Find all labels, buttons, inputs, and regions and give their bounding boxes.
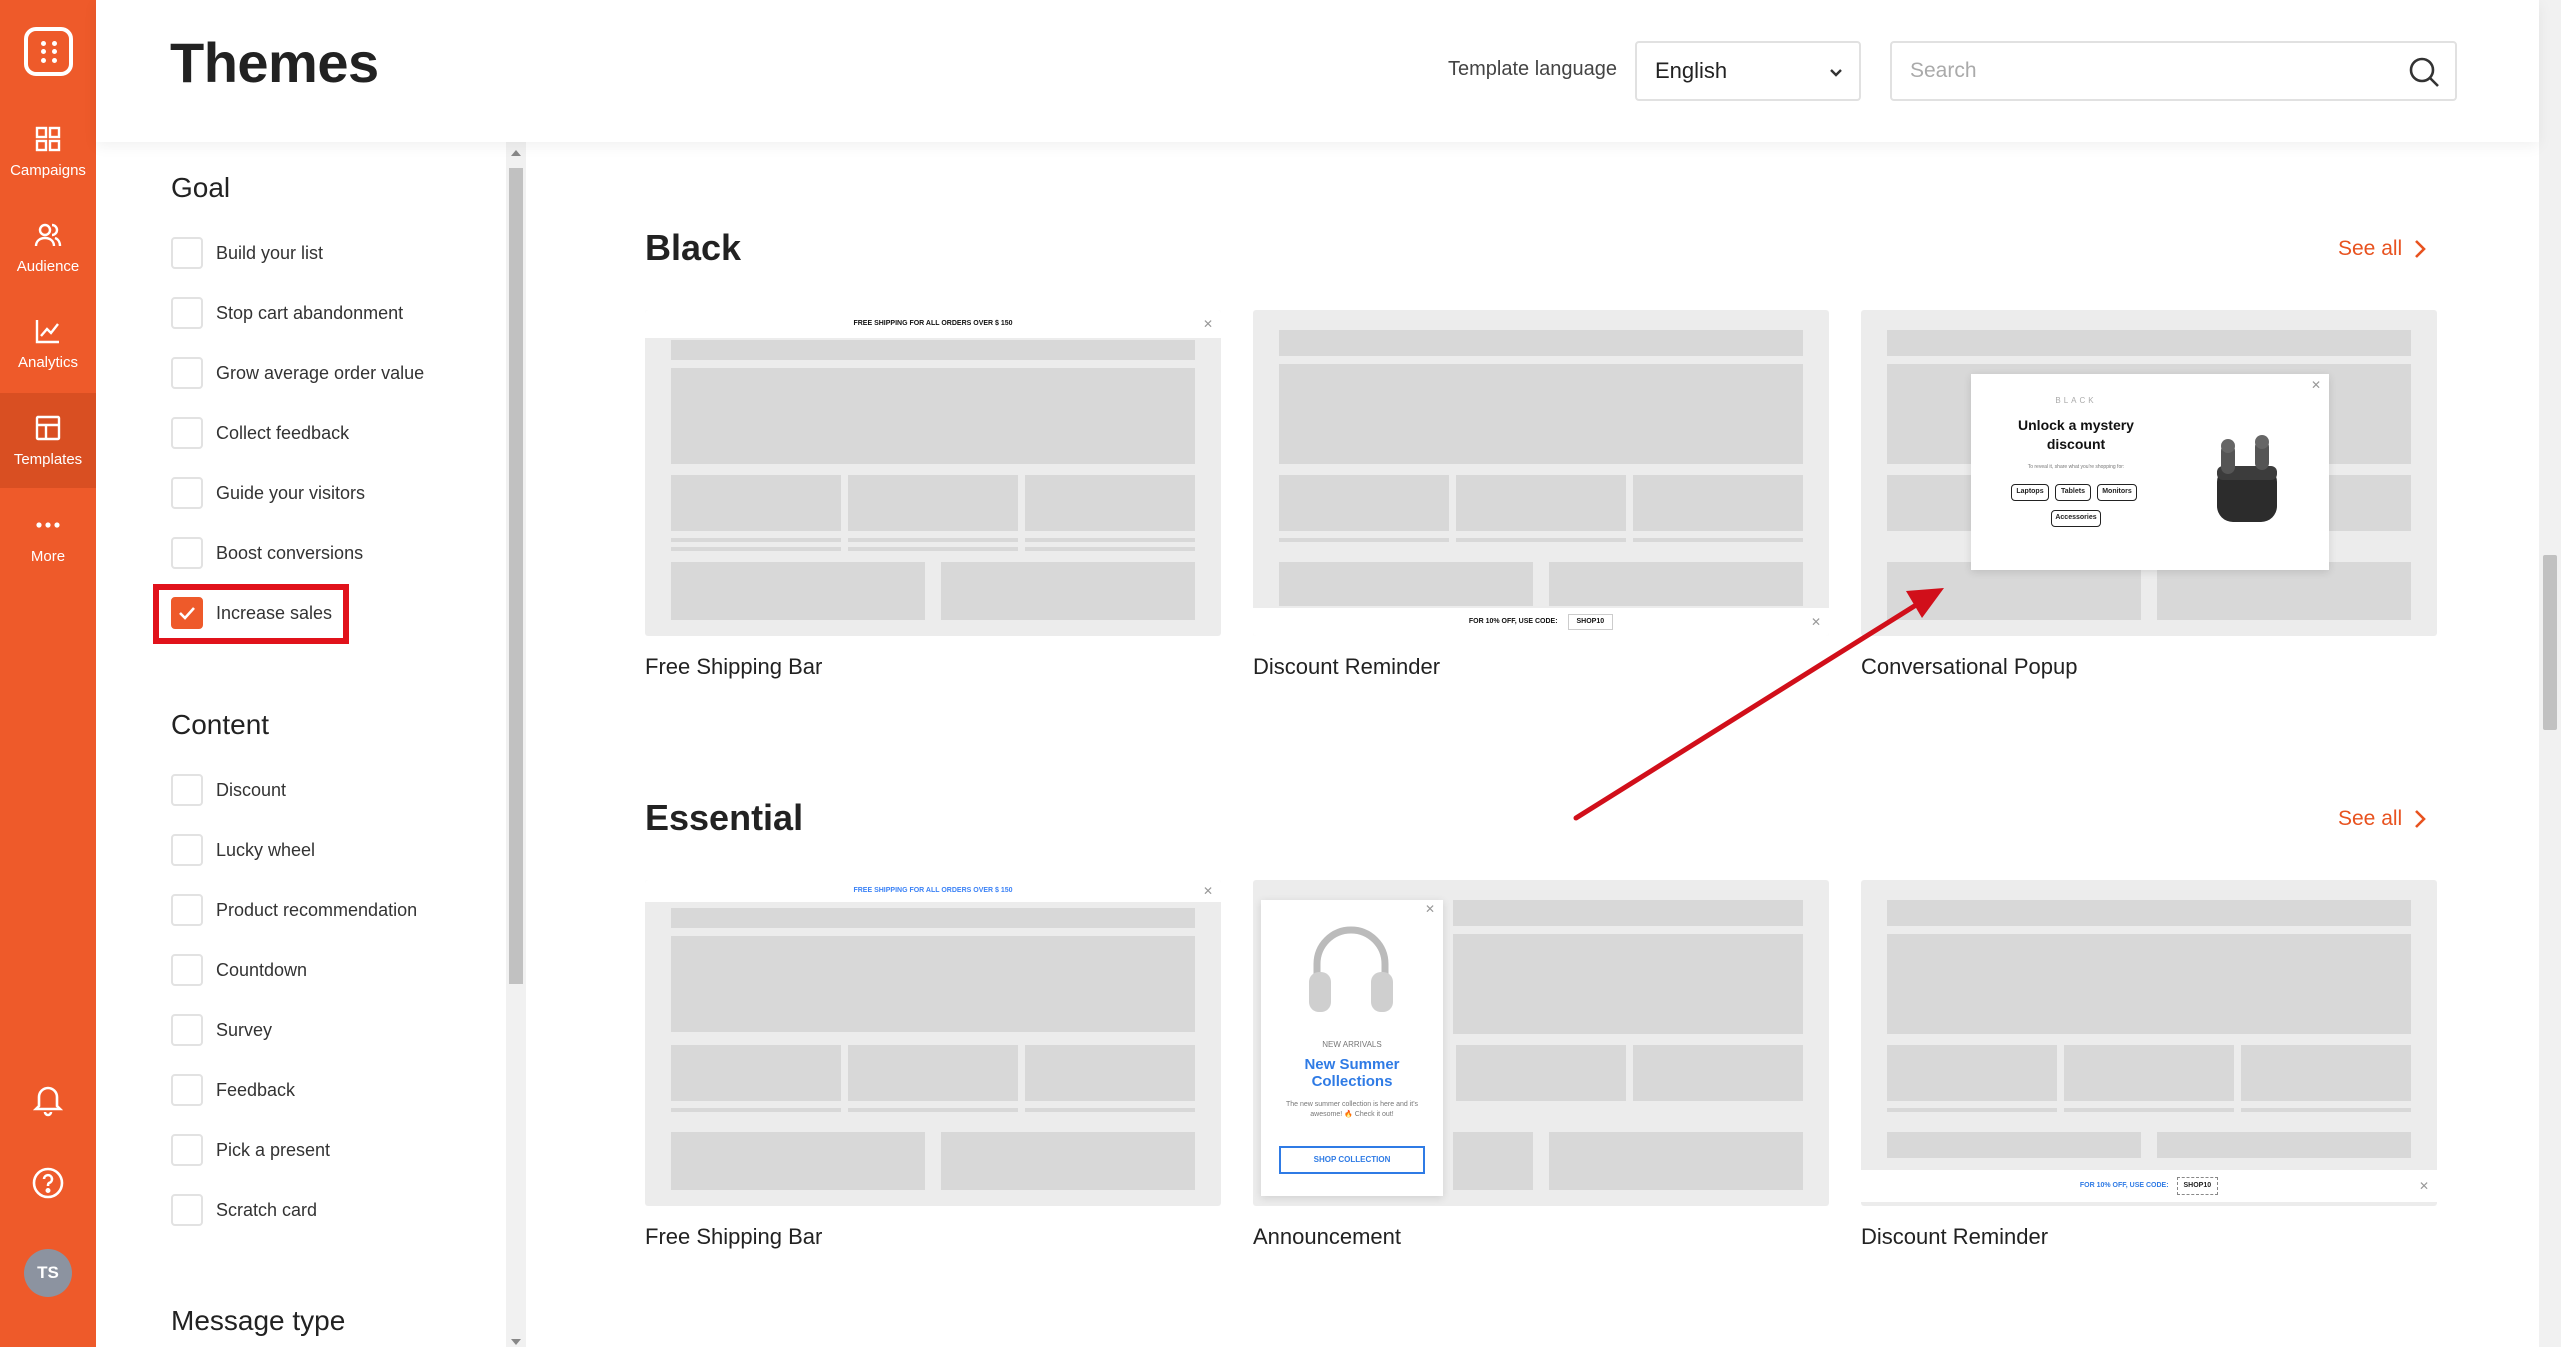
checkbox[interactable] [171,1074,203,1106]
checkbox[interactable] [171,477,203,509]
filter-pick-a-present[interactable]: Pick a present [171,1134,330,1166]
checkbox[interactable] [171,417,203,449]
annotation-arrow-icon [1573,588,1944,821]
chevron-down-icon [1830,69,1842,77]
checkbox[interactable] [171,954,203,986]
nav-label: Campaigns [10,162,86,179]
page-header: Themes Template language English Search [96,0,2539,142]
filter-label: Product recommendation [216,899,418,920]
filter-label: Scratch card [216,1199,318,1220]
nav-item-campaigns[interactable]: Campaigns [0,104,96,199]
scrollbar-thumb[interactable] [2543,555,2557,730]
nav-item-more[interactable]: More [0,490,96,585]
chart-line-icon [35,320,59,344]
checkbox[interactable] [171,537,203,569]
checkbox[interactable] [171,834,203,866]
nav-item-templates[interactable]: Templates [0,393,96,488]
filter-label: Discount [216,779,287,800]
checkbox[interactable] [171,297,203,329]
filter-label: Build your list [216,242,324,263]
filter-label: Lucky wheel [216,839,316,860]
users-icon [34,223,62,247]
filter-scratch-card[interactable]: Scratch card [171,1194,317,1226]
sidebar-scrollbar[interactable] [506,142,526,1347]
filter-guide-your-visitors[interactable]: Guide your visitors [171,477,365,509]
checkbox[interactable] [171,237,203,269]
nav-item-analytics[interactable]: Analytics [0,296,96,391]
scrollbar-thumb[interactable] [509,168,523,984]
filter-countdown[interactable]: Countdown [171,954,307,986]
goal-heading: Goal [171,172,231,203]
filter-sidebar: Goal Build your list Stop cart abandonme… [96,142,506,1347]
page-title: Themes [170,31,379,94]
filter-lucky-wheel[interactable]: Lucky wheel [171,834,315,866]
filter-discount[interactable]: Discount [171,774,286,806]
more-dots-icon [36,522,60,528]
main-nav: Campaigns Audience Analytics Templates M… [0,0,96,1347]
scroll-up-icon[interactable] [511,150,521,156]
filter-label: Countdown [216,959,308,980]
bell-icon[interactable] [30,1081,66,1117]
filter-boost-conversions[interactable]: Boost conversions [171,537,363,569]
filter-label: Stop cart abandonment [216,302,404,323]
filter-label: Grow average order value [216,362,425,383]
grid-icon [35,126,61,152]
nav-label: Analytics [17,354,79,371]
language-value: English [1655,58,1728,83]
content-heading: Content [171,709,270,740]
nav-label: Audience [16,258,80,275]
template-language-label: Template language [1448,58,1618,80]
scroll-down-icon[interactable] [511,1339,521,1345]
checkbox[interactable] [171,774,203,806]
filter-label: Pick a present [216,1139,331,1160]
layout-icon [35,415,61,441]
nav-item-audience[interactable]: Audience [0,200,96,295]
filter-label: Feedback [216,1079,296,1100]
search-icon[interactable] [2407,55,2441,89]
nav-label: Templates [13,451,83,468]
filter-label: Boost conversions [216,542,364,563]
checkbox[interactable] [171,1134,203,1166]
app-logo-icon[interactable] [24,27,73,76]
avatar[interactable]: TS [24,1249,72,1297]
template-language-select[interactable]: English [1635,41,1861,101]
checkbox[interactable] [171,357,203,389]
checkbox[interactable] [171,1194,203,1226]
help-icon[interactable] [30,1165,66,1201]
filter-build-your-list[interactable]: Build your list [171,237,323,269]
checkbox[interactable] [171,1014,203,1046]
filter-feedback[interactable]: Feedback [171,1074,295,1106]
page-scrollbar[interactable] [2539,0,2561,1347]
search-placeholder: Search [1910,59,1977,82]
filter-grow-average-order-value[interactable]: Grow average order value [171,357,424,389]
filter-label: Survey [216,1019,273,1040]
filter-label: Guide your visitors [216,482,366,503]
filter-collect-feedback[interactable]: Collect feedback [171,417,349,449]
message-type-heading: Message type [171,1305,346,1336]
highlight-annotation [153,584,349,644]
nav-label: More [30,548,66,565]
filter-survey[interactable]: Survey [171,1014,272,1046]
filter-label: Collect feedback [216,422,350,443]
search-input[interactable]: Search [1890,41,2457,101]
themes-main: Black See all FREE SHIPPING FOR ALL ORDE… [526,142,2539,1347]
filter-product-recommendation[interactable]: Product recommendation [171,894,417,926]
checkbox[interactable] [171,894,203,926]
filter-stop-cart-abandonment[interactable]: Stop cart abandonment [171,297,403,329]
